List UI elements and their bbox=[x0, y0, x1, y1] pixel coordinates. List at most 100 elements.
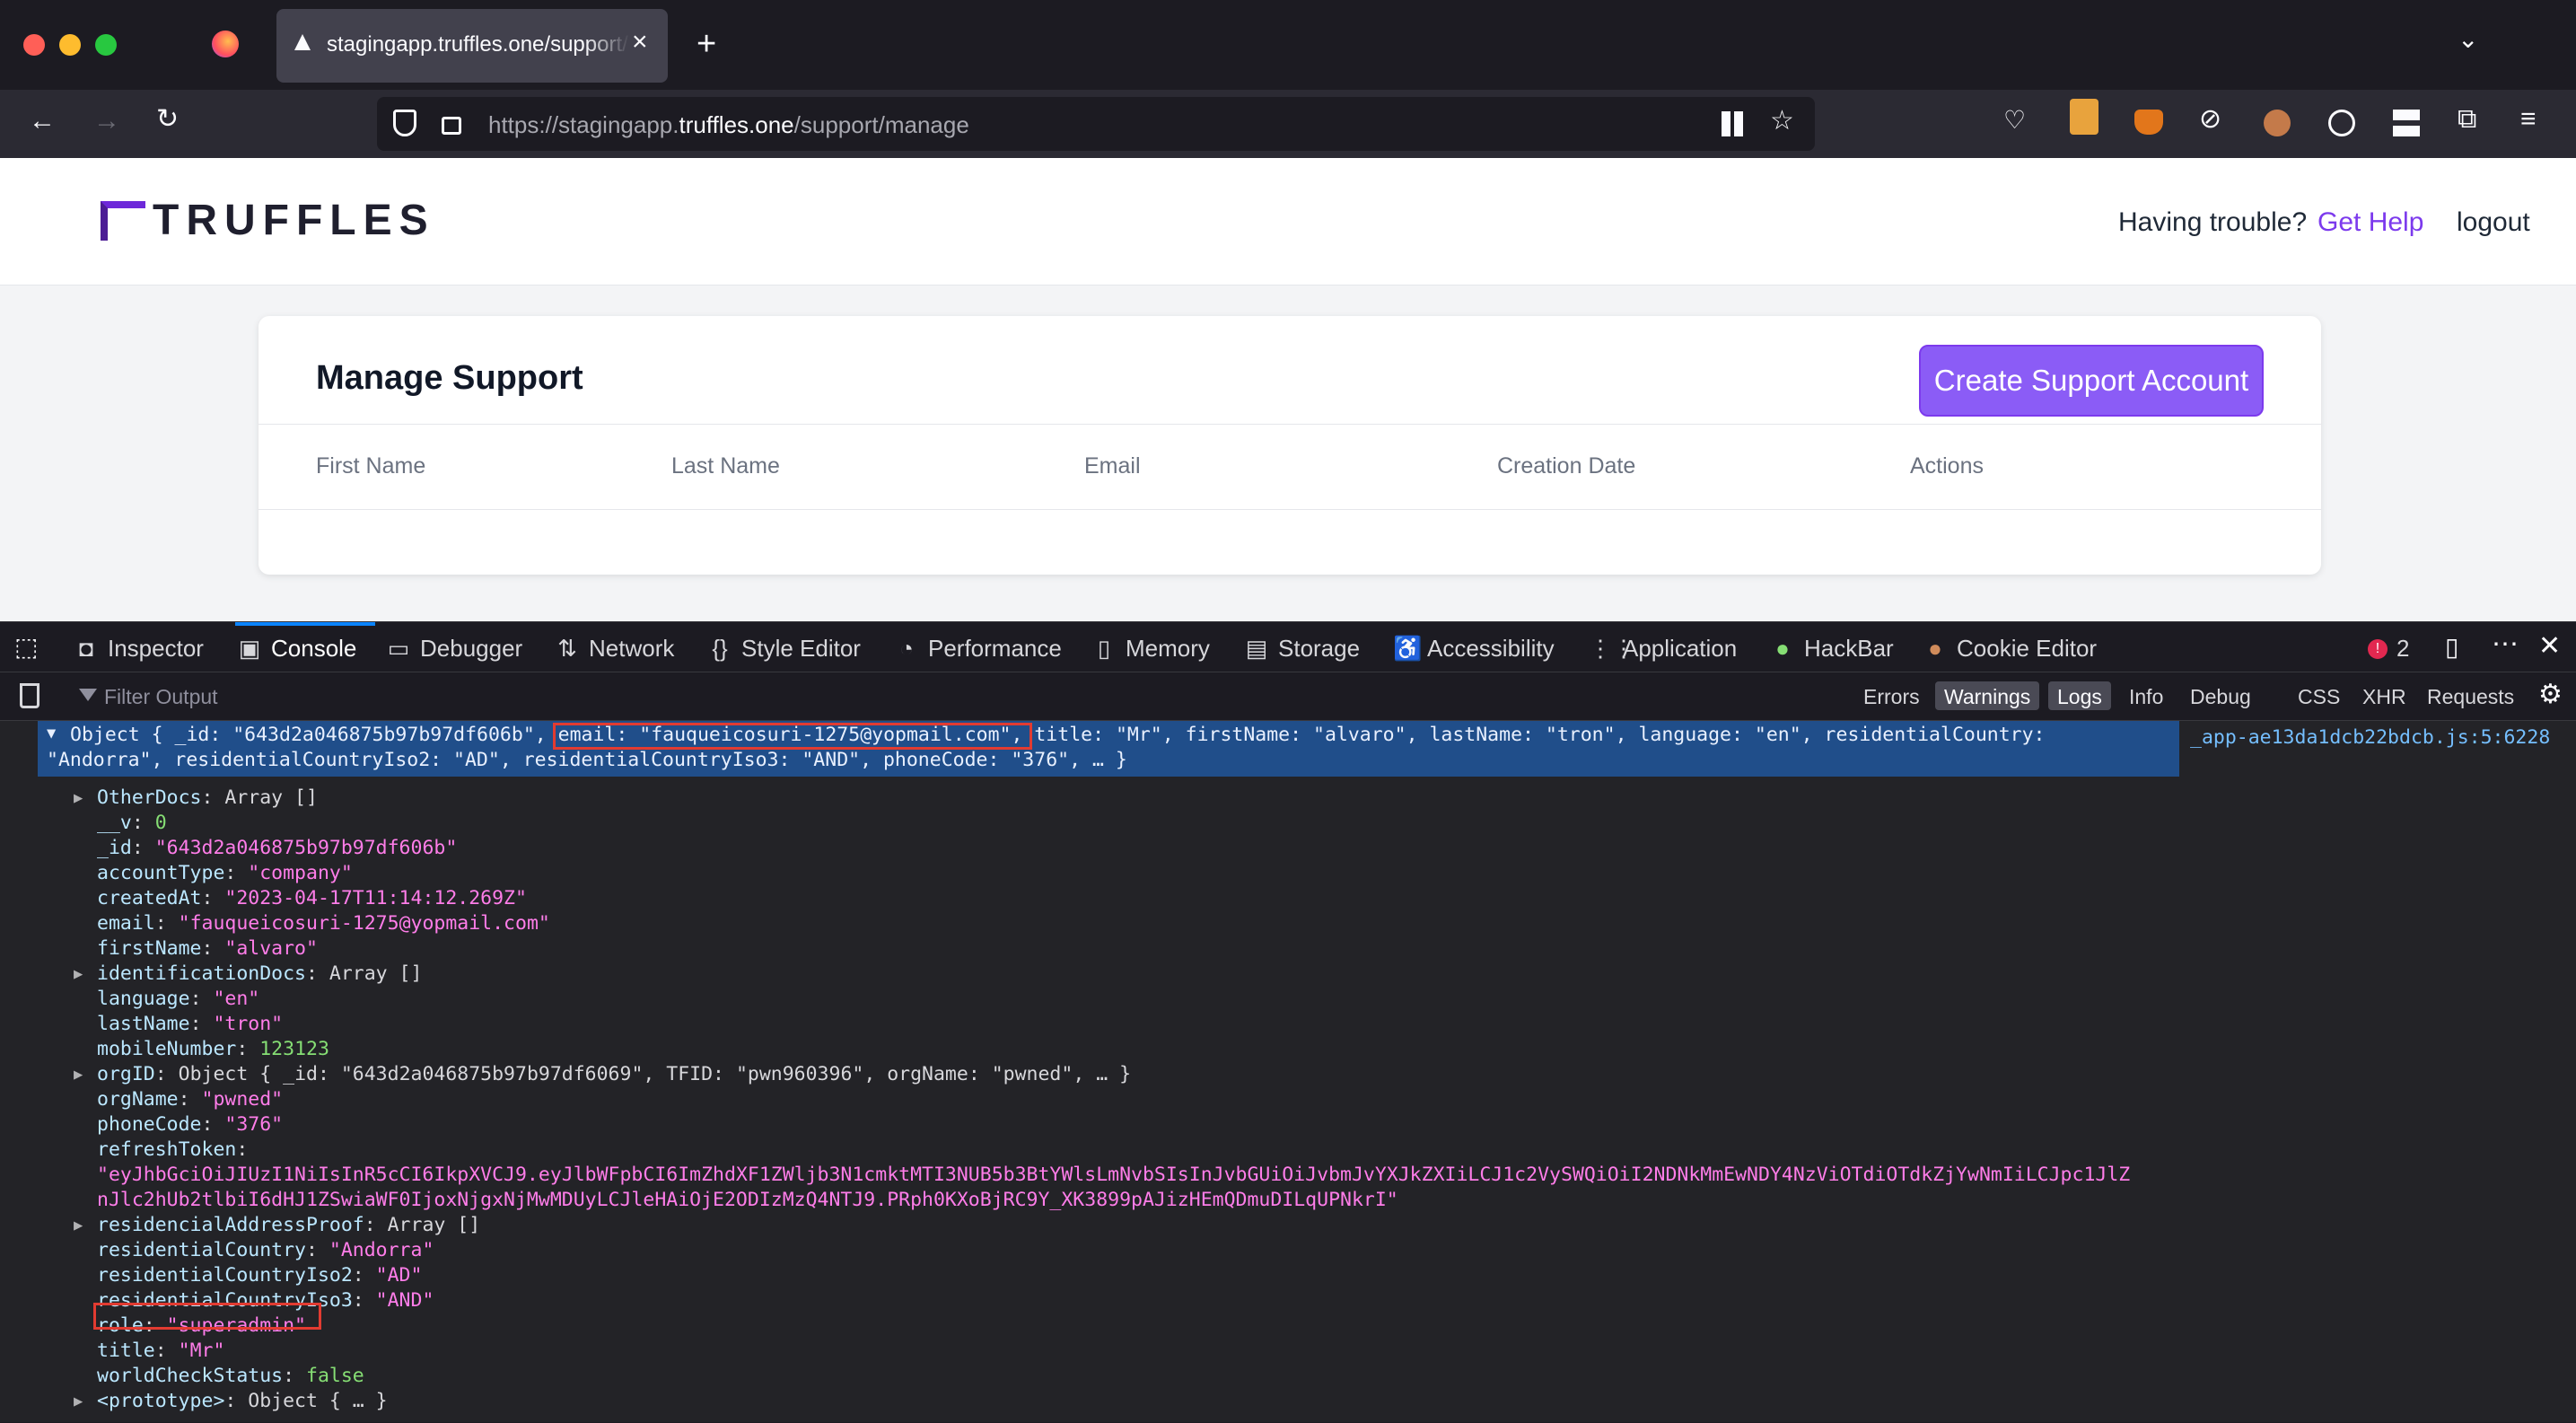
console-property-line[interactable]: residencialAddressProof: Array [] bbox=[97, 1213, 480, 1238]
property-key: <prototype> bbox=[97, 1390, 225, 1412]
filter-info[interactable]: Info bbox=[2120, 681, 2172, 710]
expand-triangle-icon[interactable]: ▶ bbox=[74, 1217, 83, 1234]
more-options-icon[interactable]: ⋯ bbox=[2492, 631, 2519, 658]
tab-performance[interactable]: ◔ Performance bbox=[894, 635, 1062, 663]
colon-separator: : bbox=[224, 1390, 249, 1412]
colon-separator: : bbox=[201, 937, 225, 960]
tab-network[interactable]: ⇅ Network bbox=[555, 635, 674, 663]
colon-separator: : bbox=[224, 862, 249, 884]
grid-extension-icon[interactable] bbox=[2393, 110, 2420, 136]
tab-memory[interactable]: ▯ Memory bbox=[1091, 635, 1210, 663]
console-settings-gear-icon[interactable]: ⚙ bbox=[2538, 681, 2563, 708]
filter-output-input[interactable]: Filter Output bbox=[104, 685, 218, 709]
property-key: orgName bbox=[97, 1088, 179, 1111]
tab-debugger[interactable]: ▭ Debugger bbox=[386, 635, 523, 663]
browser-tab-bar: stagingapp.truffles.one/support/manage ×… bbox=[0, 0, 2576, 90]
close-window-button[interactable] bbox=[23, 34, 45, 56]
filter-requests[interactable]: Requests bbox=[2418, 681, 2523, 710]
column-last-name[interactable]: Last Name bbox=[671, 453, 780, 479]
expand-triangle-icon[interactable]: ▶ bbox=[74, 789, 83, 807]
tab-application[interactable]: ⋮⋮ Application bbox=[1589, 635, 1737, 663]
property-value: Array [] bbox=[224, 786, 318, 809]
url-bar[interactable]: https://stagingapp.truffles.one/support/… bbox=[377, 97, 1815, 151]
firefox-icon[interactable] bbox=[212, 31, 239, 57]
back-button[interactable]: ← bbox=[29, 108, 56, 135]
console-property-line: title: "Mr" bbox=[97, 1339, 224, 1364]
property-key: residentialCountry bbox=[97, 1239, 306, 1261]
expand-triangle-icon[interactable]: ▶ bbox=[74, 1066, 83, 1084]
console-output: ▼ Object { _id: "643d2a046875b97b97df606… bbox=[0, 721, 2576, 1423]
qr-code-icon[interactable] bbox=[1722, 111, 1747, 136]
expand-triangle-icon[interactable]: ▶ bbox=[74, 1392, 83, 1410]
column-creation-date[interactable]: Creation Date bbox=[1497, 453, 1635, 479]
collapse-triangle-icon[interactable]: ▼ bbox=[47, 725, 56, 742]
property-key: refreshToken bbox=[97, 1138, 237, 1161]
tab-inspector[interactable]: ◘ Inspector bbox=[74, 635, 204, 663]
column-actions[interactable]: Actions bbox=[1910, 453, 1984, 479]
console-property-line[interactable]: orgID: Object { _id: "643d2a046875b97b97… bbox=[97, 1062, 1131, 1087]
cookie-outline-icon[interactable] bbox=[2328, 110, 2355, 136]
console-property-line[interactable]: <prototype>: Object { … } bbox=[97, 1389, 388, 1414]
element-picker-icon[interactable]: ⬚ bbox=[14, 635, 38, 660]
property-key: lastName bbox=[97, 1013, 190, 1035]
filter-errors[interactable]: Errors bbox=[1854, 681, 1929, 710]
filter-xhr[interactable]: XHR bbox=[2353, 681, 2415, 710]
truffles-logo-icon[interactable] bbox=[101, 201, 145, 241]
minimize-window-button[interactable] bbox=[59, 34, 81, 56]
dock-side-icon[interactable]: ▯ bbox=[2445, 635, 2458, 660]
source-location-link[interactable]: _app-ae13da1dcb22bdcb.js:5:6228 bbox=[2190, 726, 2550, 749]
clear-console-trash-icon[interactable] bbox=[20, 683, 39, 708]
logged-object-preview[interactable]: ▼ Object { _id: "643d2a046875b97b97df606… bbox=[38, 721, 2179, 777]
zoom-window-button[interactable] bbox=[95, 34, 117, 56]
pocket-icon[interactable]: ♡ bbox=[2003, 108, 2026, 133]
cookie-extension-icon[interactable] bbox=[2264, 110, 2291, 136]
lock-icon[interactable] bbox=[442, 117, 461, 135]
metamask-fox-icon[interactable] bbox=[2134, 110, 2163, 135]
column-first-name[interactable]: First Name bbox=[316, 453, 425, 479]
property-key: residentialCountryIso2 bbox=[97, 1264, 353, 1287]
filter-debug[interactable]: Debug bbox=[2181, 681, 2260, 710]
reload-button[interactable]: ↻ bbox=[156, 106, 179, 133]
proxy-extension-icon[interactable]: ⊘ bbox=[2199, 106, 2221, 133]
colon-separator: : bbox=[178, 1088, 202, 1111]
app-menu-icon[interactable]: ≡ bbox=[2520, 106, 2537, 133]
tab-cookie-editor[interactable]: ● Cookie Editor bbox=[1923, 635, 2097, 663]
extensions-puzzle-icon[interactable]: ⧉ bbox=[2458, 106, 2476, 133]
tracking-protection-shield-icon[interactable] bbox=[393, 110, 416, 136]
create-support-account-button[interactable]: Create Support Account bbox=[1919, 345, 2264, 417]
expand-triangle-icon[interactable]: ▶ bbox=[74, 965, 83, 983]
url-text[interactable]: https://stagingapp.truffles.one/support/… bbox=[488, 111, 969, 139]
object-preview-line-2: "Andorra", residentialCountryIso2: "AD",… bbox=[47, 749, 1127, 771]
new-tab-button[interactable]: + bbox=[697, 27, 716, 61]
get-help-link[interactable]: Get Help bbox=[2318, 207, 2423, 238]
forward-button[interactable]: → bbox=[93, 108, 120, 135]
tab-style-editor[interactable]: {} Style Editor bbox=[707, 635, 861, 663]
site-logo[interactable]: TRUFFLES bbox=[153, 196, 435, 245]
property-value: Array [] bbox=[329, 962, 423, 985]
tab-console[interactable]: ▣ Console bbox=[237, 635, 357, 663]
tab-accessibility[interactable]: ♿ Accessibility bbox=[1393, 635, 1555, 663]
burp-extension-icon[interactable] bbox=[2070, 99, 2098, 135]
tab-storage[interactable]: ▤ Storage bbox=[1244, 635, 1360, 663]
column-email[interactable]: Email bbox=[1084, 453, 1141, 479]
bookmark-star-icon[interactable]: ☆ bbox=[1770, 108, 1794, 135]
property-key: accountType bbox=[97, 862, 225, 884]
tab-support-manage[interactable]: stagingapp.truffles.one/support/manage × bbox=[276, 9, 668, 83]
console-property-line: nJlc2hUb2tlbiI6dHJ1ZSwiaWF0IjoxNjgxNjMwM… bbox=[97, 1188, 1398, 1213]
filter-logs[interactable]: Logs bbox=[2048, 681, 2111, 710]
close-tab-icon[interactable]: × bbox=[632, 27, 648, 57]
hackbar-icon: ● bbox=[1775, 635, 1790, 662]
close-devtools-icon[interactable]: ✕ bbox=[2538, 633, 2561, 660]
filter-css[interactable]: CSS bbox=[2289, 681, 2349, 710]
console-property-line: residentialCountryIso2: "AD" bbox=[97, 1263, 422, 1288]
list-all-tabs-chevron-icon[interactable]: ⌄ bbox=[2458, 27, 2478, 52]
console-property-line[interactable]: identificationDocs: Array [] bbox=[97, 962, 422, 987]
colon-separator: : bbox=[306, 1239, 329, 1261]
filter-warnings[interactable]: Warnings bbox=[1935, 681, 2040, 710]
error-count-badge[interactable]: ! 2 bbox=[2368, 635, 2409, 663]
storage-icon: ▤ bbox=[1245, 635, 1268, 662]
tab-hackbar[interactable]: ● HackBar bbox=[1770, 635, 1894, 663]
logout-link[interactable]: logout bbox=[2457, 207, 2530, 238]
console-property-line: firstName: "alvaro" bbox=[97, 936, 318, 962]
console-property-line[interactable]: OtherDocs: Array [] bbox=[97, 786, 318, 811]
